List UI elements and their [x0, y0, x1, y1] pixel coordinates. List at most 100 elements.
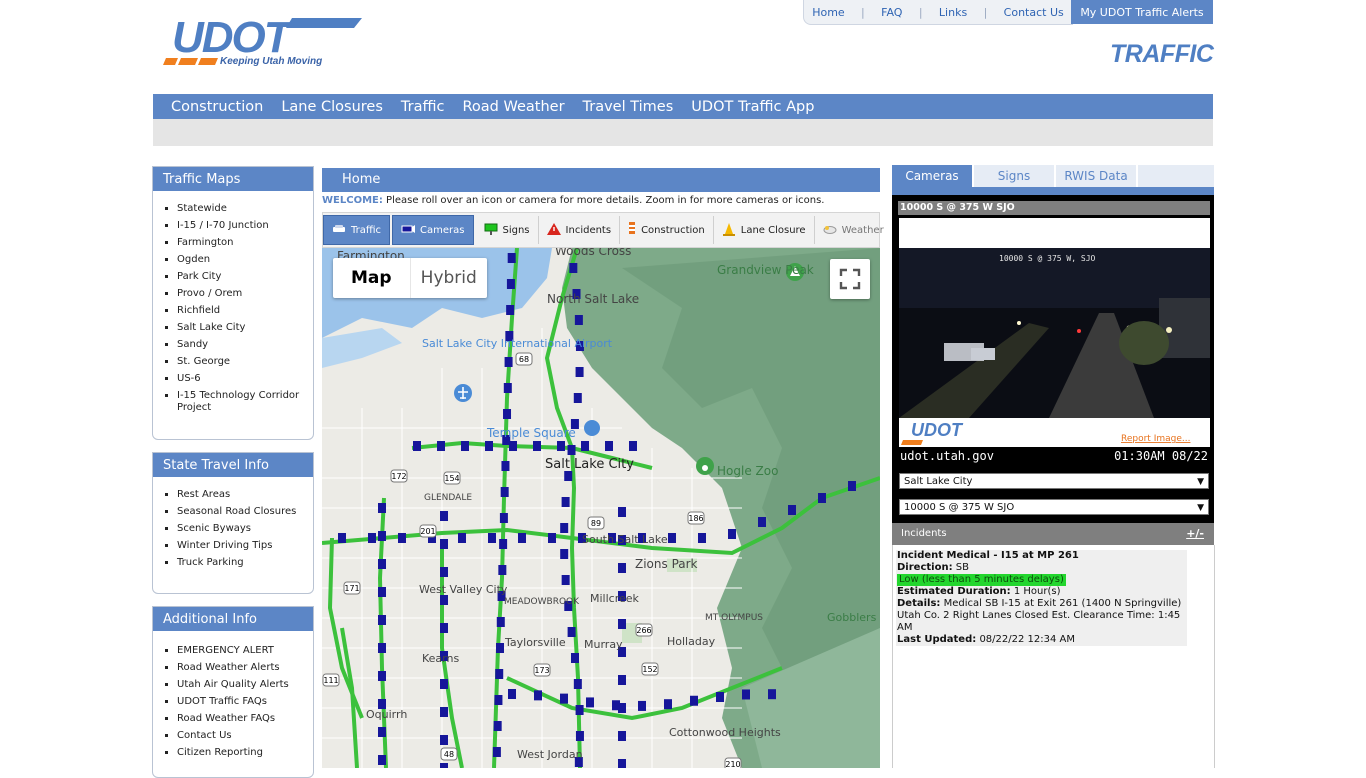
- map-link-park-city[interactable]: Park City: [177, 271, 313, 283]
- layer-construction-button[interactable]: Construction: [620, 216, 714, 244]
- camera-marker[interactable]: [440, 595, 448, 605]
- top-link-links[interactable]: Links: [939, 6, 967, 19]
- camera-marker[interactable]: [698, 533, 706, 543]
- camera-marker[interactable]: [586, 697, 594, 708]
- layer-incidents-button[interactable]: Incidents: [539, 216, 621, 244]
- report-image-link[interactable]: Report Image...: [1121, 434, 1190, 444]
- camera-marker[interactable]: [570, 653, 579, 663]
- camera-marker[interactable]: [440, 735, 448, 745]
- nav-travel-times[interactable]: Travel Times: [583, 99, 674, 115]
- camera-marker[interactable]: [440, 567, 448, 577]
- camera-marker[interactable]: [507, 253, 516, 263]
- camera-marker[interactable]: [498, 565, 507, 575]
- udot-logo[interactable]: UDOT Keeping Utah Moving: [162, 13, 367, 70]
- camera-marker[interactable]: [461, 441, 469, 451]
- camera-select[interactable]: 10000 S @ 375 W SJO ▼: [899, 499, 1209, 515]
- camera-marker[interactable]: [728, 529, 736, 539]
- camera-marker[interactable]: [533, 441, 541, 451]
- info-link-road-weather-alerts[interactable]: Road Weather Alerts: [177, 662, 313, 674]
- camera-marker[interactable]: [618, 675, 626, 685]
- camera-marker[interactable]: [618, 759, 626, 768]
- traffic-map[interactable]: Woods Cross North Salt Lake Farmington S…: [322, 248, 880, 768]
- camera-marker[interactable]: [501, 461, 510, 471]
- camera-marker[interactable]: [574, 315, 583, 325]
- camera-image[interactable]: 10000 S @ 375 W, SJO UDOT Report Image..…: [899, 218, 1210, 447]
- tab-signs[interactable]: Signs: [974, 165, 1056, 187]
- nav-road-weather[interactable]: Road Weather: [462, 99, 564, 115]
- camera-marker[interactable]: [581, 441, 589, 451]
- top-link-faq[interactable]: FAQ: [881, 6, 902, 19]
- nav-traffic[interactable]: Traffic: [401, 99, 445, 115]
- camera-marker[interactable]: [506, 279, 515, 289]
- camera-marker[interactable]: [618, 619, 626, 629]
- camera-marker[interactable]: [564, 471, 573, 481]
- camera-marker[interactable]: [534, 690, 542, 701]
- camera-marker[interactable]: [378, 643, 386, 653]
- camera-marker[interactable]: [569, 263, 578, 273]
- camera-marker[interactable]: [605, 441, 613, 451]
- layer-weather-button[interactable]: Weather: [815, 216, 892, 244]
- camera-marker[interactable]: [504, 357, 513, 367]
- camera-marker[interactable]: [560, 523, 569, 533]
- camera-marker[interactable]: [440, 707, 448, 717]
- camera-marker[interactable]: [440, 539, 448, 549]
- map-link-salt-lake-city[interactable]: Salt Lake City: [177, 322, 313, 334]
- camera-marker[interactable]: [575, 731, 584, 741]
- camera-marker[interactable]: [458, 533, 466, 543]
- camera-marker[interactable]: [575, 705, 584, 715]
- camera-marker[interactable]: [398, 533, 406, 543]
- camera-marker[interactable]: [638, 700, 646, 711]
- map-link-i15-corridor[interactable]: I-15 Technology Corridor Project: [177, 390, 313, 414]
- camera-marker[interactable]: [493, 721, 502, 731]
- camera-marker[interactable]: [618, 507, 626, 517]
- travel-link-truck[interactable]: Truck Parking: [177, 557, 313, 569]
- camera-marker[interactable]: [557, 441, 565, 451]
- camera-marker[interactable]: [378, 531, 386, 541]
- camera-marker[interactable]: [488, 533, 496, 543]
- map-canvas[interactable]: Woods Cross North Salt Lake Farmington S…: [322, 248, 880, 768]
- temple-square-marker[interactable]: [584, 420, 600, 436]
- camera-marker[interactable]: [573, 393, 582, 403]
- camera-marker[interactable]: [664, 699, 672, 710]
- camera-marker[interactable]: [503, 409, 512, 419]
- camera-marker[interactable]: [548, 533, 556, 543]
- camera-marker[interactable]: [508, 689, 516, 700]
- camera-marker[interactable]: [440, 623, 448, 633]
- my-traffic-alerts-link[interactable]: My UDOT Traffic Alerts: [1071, 0, 1213, 24]
- map-link-us6[interactable]: US-6: [177, 373, 313, 385]
- camera-marker[interactable]: [573, 679, 582, 689]
- camera-marker[interactable]: [618, 731, 626, 741]
- map-link-ogden[interactable]: Ogden: [177, 254, 313, 266]
- camera-marker[interactable]: [560, 549, 569, 559]
- map-link-sandy[interactable]: Sandy: [177, 339, 313, 351]
- layer-traffic-button[interactable]: Traffic: [323, 215, 391, 245]
- camera-marker[interactable]: [437, 441, 445, 451]
- top-link-contact[interactable]: Contact Us: [1004, 6, 1064, 19]
- info-link-contact[interactable]: Contact Us: [177, 730, 313, 742]
- camera-marker[interactable]: [496, 617, 505, 627]
- camera-marker[interactable]: [378, 503, 386, 513]
- camera-marker[interactable]: [378, 727, 386, 737]
- camera-marker[interactable]: [494, 695, 503, 705]
- camera-marker[interactable]: [668, 533, 676, 543]
- camera-marker[interactable]: [509, 441, 517, 451]
- layer-signs-button[interactable]: Signs: [476, 216, 539, 244]
- camera-marker[interactable]: [495, 669, 504, 679]
- info-link-weather-faqs[interactable]: Road Weather FAQs: [177, 713, 313, 725]
- camera-marker[interactable]: [440, 763, 448, 768]
- camera-marker[interactable]: [561, 497, 570, 507]
- map-view-button[interactable]: Map: [333, 258, 411, 298]
- info-link-traffic-faqs[interactable]: UDOT Traffic FAQs: [177, 696, 313, 708]
- camera-marker[interactable]: [440, 511, 448, 521]
- camera-marker[interactable]: [742, 689, 750, 700]
- fullscreen-button[interactable]: [830, 259, 870, 299]
- camera-marker[interactable]: [818, 493, 826, 503]
- info-link-emergency[interactable]: EMERGENCY ALERT: [177, 645, 313, 657]
- camera-marker[interactable]: [378, 559, 386, 569]
- camera-marker[interactable]: [499, 513, 508, 523]
- map-link-st-george[interactable]: St. George: [177, 356, 313, 368]
- camera-marker[interactable]: [758, 517, 766, 527]
- camera-marker[interactable]: [690, 695, 698, 706]
- nav-traffic-app[interactable]: UDOT Traffic App: [691, 99, 814, 115]
- travel-link-rest-areas[interactable]: Rest Areas: [177, 489, 313, 501]
